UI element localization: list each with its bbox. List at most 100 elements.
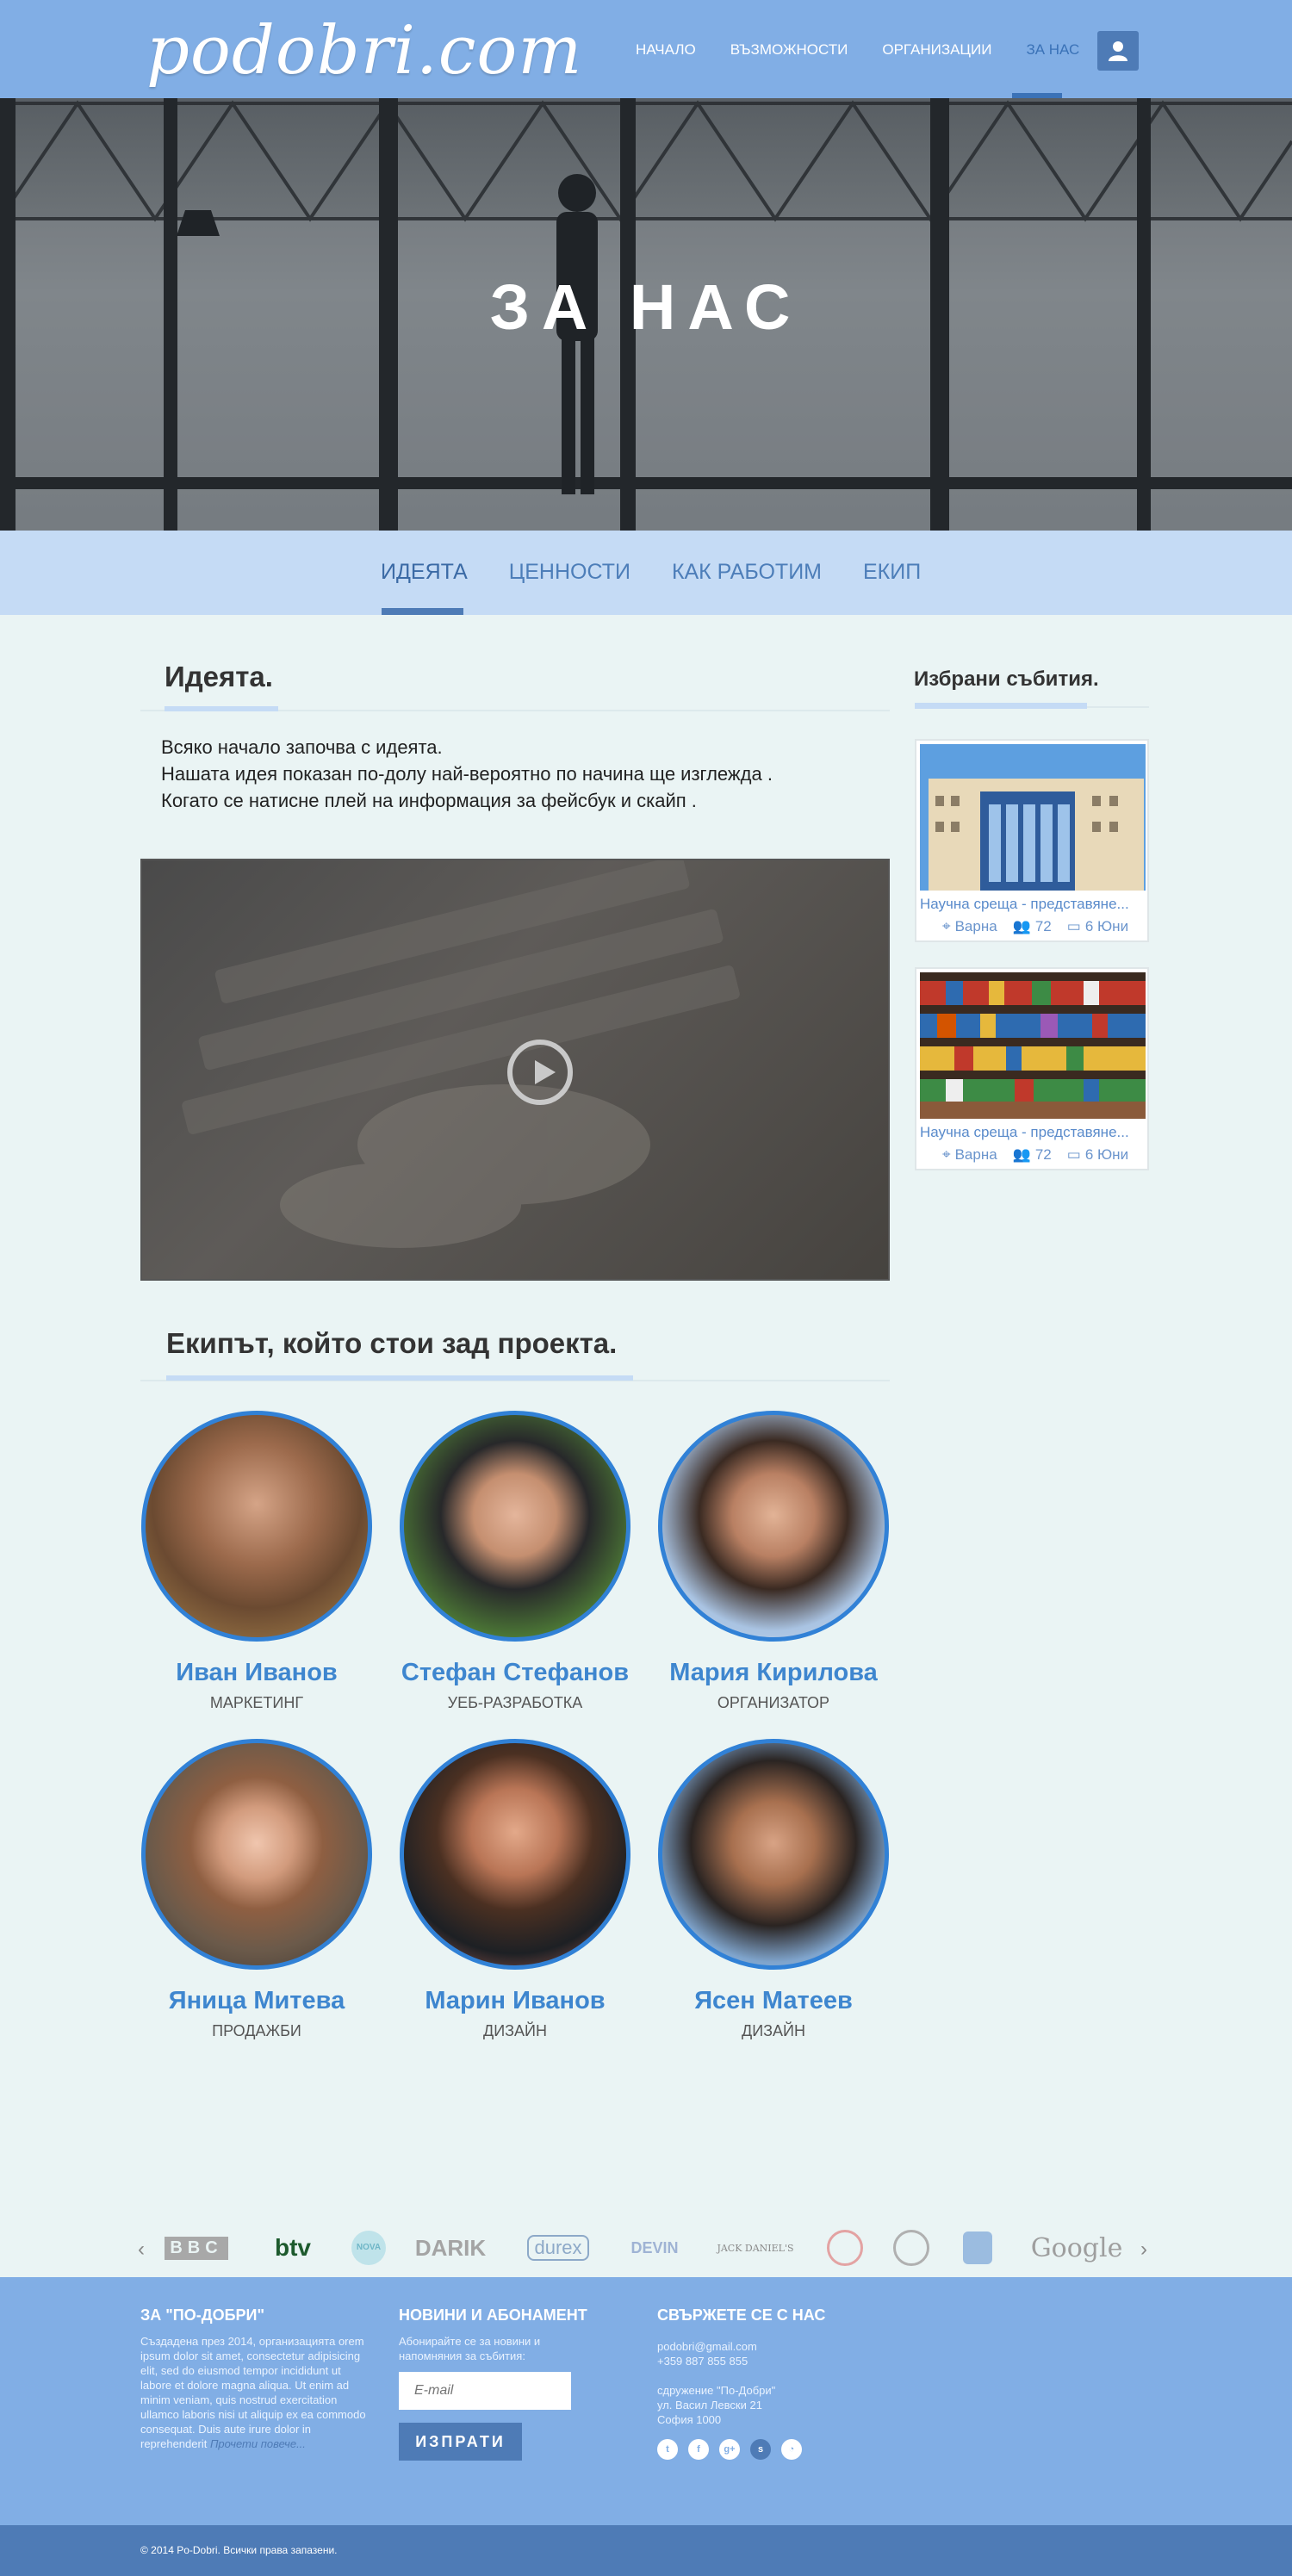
nav-organizations[interactable]: ОРГАНИЗАЦИИ xyxy=(882,41,991,59)
member-role: ДИЗАЙН xyxy=(483,2022,547,2039)
contact-email[interactable]: podobri@gmail.com xyxy=(657,2339,775,2354)
event-date: 6 Юни xyxy=(1084,918,1129,934)
team-member: Стефан Стефанов УЕБ-РАЗРАБОТКА xyxy=(399,1411,631,1712)
partner-logo-durex[interactable]: durex xyxy=(524,2224,593,2272)
facebook-icon[interactable]: f xyxy=(688,2439,709,2460)
member-name[interactable]: Иван Иванов xyxy=(140,1659,373,1687)
event-date: 6 Юни xyxy=(1084,1146,1129,1163)
member-name[interactable]: Марин Иванов xyxy=(399,1987,631,2015)
footer-contact-details: podobri@gmail.com +359 887 855 855 сдруж… xyxy=(657,2339,775,2427)
featured-events-accent xyxy=(915,703,1087,709)
team-member: Иван Иванов МАРКЕТИНГ xyxy=(140,1411,373,1712)
event-people: 72 xyxy=(1034,918,1052,934)
team-title-accent xyxy=(166,1375,633,1381)
team-member: Марин Иванов ДИЗАЙН xyxy=(399,1739,631,2040)
footer-news-title: НОВИНИ И АБОНАМЕНТ xyxy=(399,2306,587,2324)
footer-contact-title: СВЪРЖЕТЕ СЕ С НАС xyxy=(657,2306,826,2324)
footer-news-text: Абонирайте се за новини и напомняния за … xyxy=(399,2335,541,2362)
people-icon: 👥 xyxy=(1012,1146,1031,1163)
tab-team[interactable]: ЕКИП xyxy=(863,560,921,585)
avatar[interactable] xyxy=(400,1739,630,1970)
event-card[interactable]: Научна среща - представяне... ⌖ Варна 👥 72… xyxy=(915,739,1149,942)
partner-logo-darik[interactable]: DARIK xyxy=(412,2224,489,2272)
event-image[interactable] xyxy=(920,972,1146,1119)
footer-about-title: ЗА "ПО-ДОБРИ" xyxy=(140,2306,264,2324)
contact-phone: +359 887 855 855 xyxy=(657,2355,748,2368)
contact-street: ул. Васил Левски 21 xyxy=(657,2399,762,2412)
member-role: УЕБ-РАЗРАБОТКА xyxy=(447,1694,583,1711)
video-player[interactable] xyxy=(140,859,890,1281)
partner-logo-google[interactable]: Google xyxy=(1031,2224,1123,2272)
avatar[interactable] xyxy=(141,1739,372,1970)
idea-line: Нашата идея показан по-долу най-вероятно… xyxy=(161,763,773,785)
google-plus-icon[interactable]: g+ xyxy=(719,2439,740,2460)
partner-logo-seal-red[interactable] xyxy=(823,2224,867,2272)
subscribe-button[interactable]: ИЗПРАТИ xyxy=(399,2423,522,2461)
people-icon: 👥 xyxy=(1012,918,1031,934)
event-meta: ⌖ Варна 👥 72 ▭ 6 Юни xyxy=(942,1146,1128,1164)
hero-banner: ЗА НАС xyxy=(0,98,1292,531)
event-title[interactable]: Научна среща - представяне... xyxy=(920,1124,1129,1141)
event-title[interactable]: Научна среща - представяне... xyxy=(920,896,1129,913)
email-field[interactable] xyxy=(399,2372,571,2410)
nav-about[interactable]: ЗА НАС xyxy=(1026,41,1079,59)
event-image[interactable] xyxy=(920,744,1146,891)
contact-org: сдружение "По-Добри" xyxy=(657,2384,776,2397)
idea-title-accent xyxy=(165,706,278,711)
event-meta: ⌖ Варна 👥 72 ▭ 6 Юни xyxy=(942,918,1128,935)
team-title: Екипът, който стои зад проекта. xyxy=(166,1327,618,1359)
partner-logo-nova[interactable]: NOVA xyxy=(347,2224,390,2272)
avatar[interactable] xyxy=(658,1739,889,1970)
calendar-icon: ▭ xyxy=(1066,918,1081,934)
event-city: Варна xyxy=(954,1146,997,1163)
tab-idea[interactable]: ИДЕЯТА xyxy=(381,560,468,585)
play-icon[interactable] xyxy=(507,1040,573,1105)
partner-logo-devin[interactable]: DEVIN xyxy=(624,2224,685,2272)
tab-values[interactable]: ЦЕННОСТИ xyxy=(509,560,630,585)
featured-events-title: Избрани събития. xyxy=(914,667,1099,691)
location-icon: ⌖ xyxy=(942,1146,951,1163)
avatar[interactable] xyxy=(658,1411,889,1642)
idea-text: Всяко начало започва с идеята. Нашата ид… xyxy=(161,734,773,814)
event-card[interactable]: Научна среща - представяне... ⌖ Варна 👥 72… xyxy=(915,967,1149,1170)
twitter-icon[interactable]: t xyxy=(657,2439,678,2460)
hero-title: ЗА НАС xyxy=(489,271,803,343)
footer-about-body: Създадена през 2014, организацията orem … xyxy=(140,2335,366,2450)
member-name[interactable]: Мария Кирилова xyxy=(657,1659,890,1687)
footer-about-text: Създадена през 2014, организацията orem … xyxy=(140,2334,373,2451)
idea-line: Всяко начало започва с идеята. xyxy=(161,736,443,758)
partner-logo-btv[interactable]: btv xyxy=(263,2224,323,2272)
partner-logo-jack-daniels[interactable]: JACK DANIEL'S xyxy=(717,2224,794,2272)
avatar[interactable] xyxy=(141,1411,372,1642)
social-links: t f g+ s ◔ xyxy=(657,2439,802,2460)
partner-logo-blue-emblem[interactable] xyxy=(956,2224,999,2272)
partner-logo-bbc[interactable]: BBC xyxy=(162,2224,231,2272)
partner-logo-seal-grey[interactable] xyxy=(890,2224,933,2272)
event-city: Варна xyxy=(954,918,997,934)
team-member: Яница Митева ПРОДАЖБИ xyxy=(140,1739,373,2040)
avatar[interactable] xyxy=(400,1411,630,1642)
partner-logos: BBC btv NOVA DARIK durex DEVIN JACK DANI… xyxy=(138,2224,1154,2275)
member-name[interactable]: Стефан Стефанов xyxy=(399,1659,631,1687)
tab-how-we-work[interactable]: КАК РАБОТИМ xyxy=(672,560,822,585)
header-bar: podobri.com НАЧАЛО ВЪЗМОЖНОСТИ ОРГАНИЗАЦ… xyxy=(0,0,1292,98)
idea-title: Идеята. xyxy=(165,661,273,692)
contact-city: София 1000 xyxy=(657,2413,722,2426)
nav-home[interactable]: НАЧАЛО xyxy=(636,41,696,59)
member-role: ОРГАНИЗАТОР xyxy=(717,1694,830,1711)
read-more-link[interactable]: Прочети повече... xyxy=(210,2437,306,2450)
member-name[interactable]: Ясен Матеев xyxy=(657,1987,890,2015)
member-role: ДИЗАЙН xyxy=(742,2022,805,2039)
team-member: Ясен Матеев ДИЗАЙН xyxy=(657,1739,890,2040)
nav-features[interactable]: ВЪЗМОЖНОСТИ xyxy=(730,41,848,59)
skype-icon[interactable]: s xyxy=(750,2439,771,2460)
user-button[interactable] xyxy=(1097,31,1139,71)
member-name[interactable]: Яница Митева xyxy=(140,1987,373,2015)
footer: ЗА "ПО-ДОБРИ" Създадена през 2014, орган… xyxy=(0,2277,1292,2525)
idea-line: Когато се натисне плей на информация за … xyxy=(161,790,697,811)
section-nav-active-indicator xyxy=(382,608,463,615)
main-nav: НАЧАЛО ВЪЗМОЖНОСТИ ОРГАНИЗАЦИИ ЗА НАС xyxy=(636,41,1114,59)
member-role: МАРКЕТИНГ xyxy=(209,1694,304,1711)
rss-icon[interactable]: ◔ xyxy=(781,2439,802,2460)
site-logo[interactable]: podobri.com xyxy=(146,12,582,90)
